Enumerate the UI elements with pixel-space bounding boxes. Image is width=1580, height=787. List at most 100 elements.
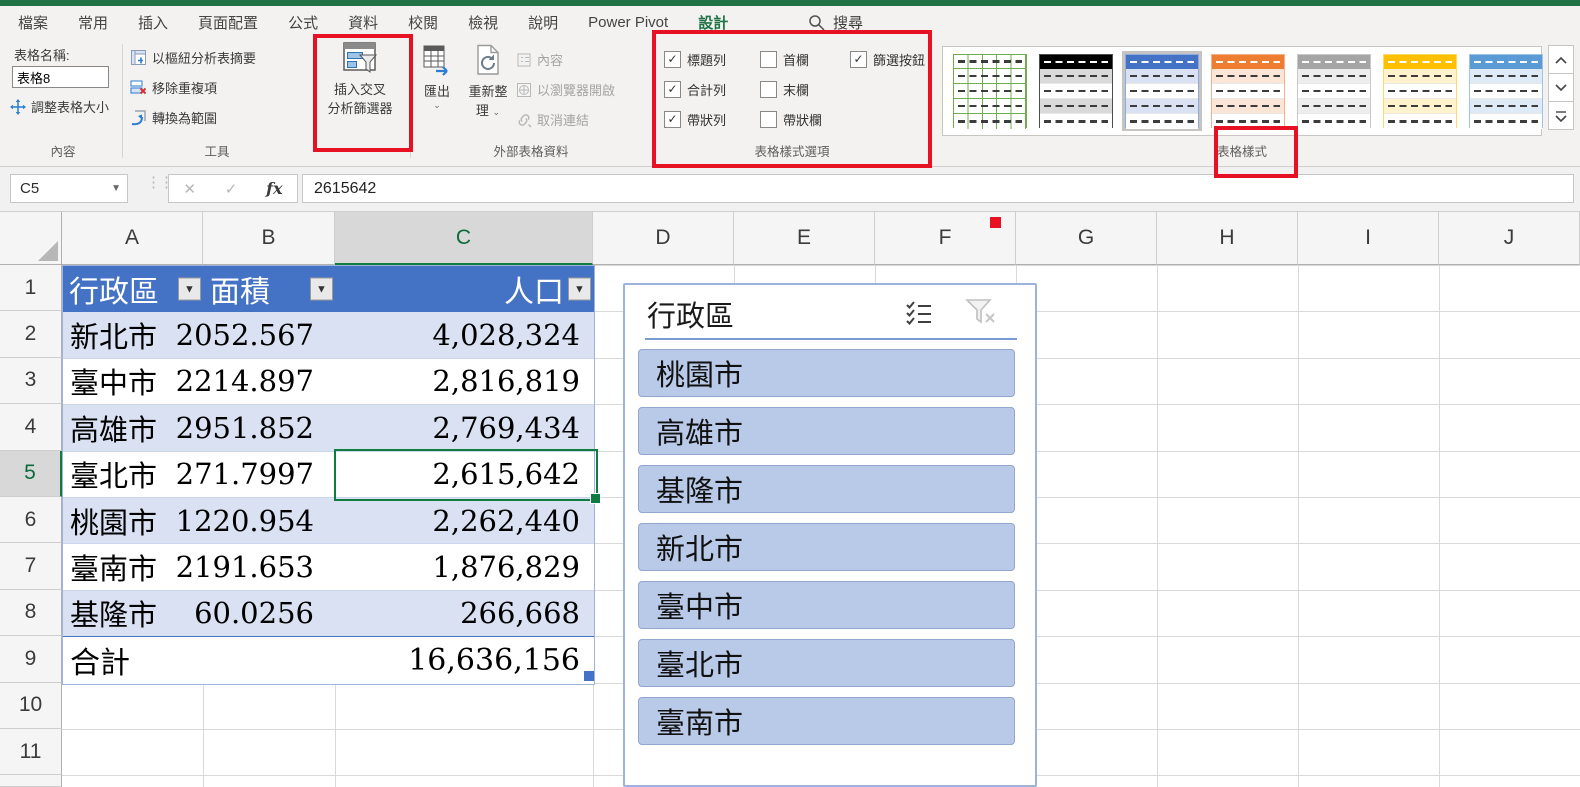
cell-B6[interactable]: 1220.954 bbox=[204, 498, 336, 544]
slicer-item[interactable]: 新北市 bbox=[638, 523, 1015, 571]
row-header-4[interactable]: 4 bbox=[0, 404, 62, 450]
cell-C7[interactable]: 1,876,829 bbox=[336, 544, 594, 590]
row-header-3[interactable]: 3 bbox=[0, 358, 62, 404]
menu-tab-data[interactable]: 資料 bbox=[348, 12, 378, 33]
clear-filter-icon[interactable] bbox=[965, 298, 997, 326]
cell-B4[interactable]: 2951.852 bbox=[204, 405, 336, 451]
cell-C2[interactable]: 4,028,324 bbox=[336, 312, 594, 358]
name-box-dropdown-icon[interactable]: ▼ bbox=[111, 183, 121, 194]
row-header-11[interactable]: 11 bbox=[0, 729, 62, 775]
row-header-12[interactable] bbox=[0, 775, 62, 787]
gridline bbox=[1298, 265, 1299, 787]
slicer-item[interactable]: 臺南市 bbox=[638, 697, 1015, 745]
slicer-item[interactable]: 桃園市 bbox=[638, 349, 1015, 397]
menu-tab-view[interactable]: 檢視 bbox=[468, 12, 498, 33]
table-style-gray[interactable] bbox=[1294, 51, 1374, 131]
cell-C9[interactable]: 16,636,156 bbox=[336, 637, 594, 683]
slicer-item[interactable]: 臺中市 bbox=[638, 581, 1015, 629]
table-header-population[interactable]: 人口▼ bbox=[336, 266, 594, 312]
table-style-gold[interactable] bbox=[1380, 51, 1460, 131]
table-header-area[interactable]: 面積 ▼ bbox=[204, 266, 336, 312]
table-header-region[interactable]: 行政區▼ bbox=[63, 266, 204, 312]
filter-dropdown-icon-region[interactable]: ▼ bbox=[178, 278, 201, 301]
group-label-properties: 內容 bbox=[8, 141, 118, 160]
table-name-input[interactable] bbox=[12, 66, 109, 88]
resize-table-button[interactable]: 調整表格大小 bbox=[10, 97, 109, 116]
menu-tab-page-layout[interactable]: 頁面配置 bbox=[198, 12, 258, 33]
cell-A9[interactable]: 合計 bbox=[63, 637, 204, 683]
cell-C8[interactable]: 266,668 bbox=[336, 591, 594, 637]
table-style-light-blue[interactable] bbox=[1466, 51, 1546, 131]
cell-B7[interactable]: 2191.653 bbox=[204, 544, 336, 590]
cell-C4[interactable]: 2,769,434 bbox=[336, 405, 594, 451]
column-header-A[interactable]: A bbox=[62, 212, 203, 265]
filter-dropdown-icon-population[interactable]: ▼ bbox=[568, 278, 591, 301]
properties-icon bbox=[516, 52, 532, 68]
table-style-orange[interactable] bbox=[1208, 51, 1288, 131]
row-header-8[interactable]: 8 bbox=[0, 590, 62, 636]
formula-buttons: ✕ ✓ fx bbox=[168, 174, 298, 203]
table-resize-handle[interactable] bbox=[584, 671, 594, 681]
summarize-with-pivottable-button[interactable]: 以樞紐分析表摘要 bbox=[130, 48, 256, 67]
row-header-1[interactable]: 1 bbox=[0, 265, 62, 311]
select-all-button[interactable] bbox=[0, 212, 62, 265]
column-header-I[interactable]: I bbox=[1298, 212, 1439, 265]
slicer-item[interactable]: 高雄市 bbox=[638, 407, 1015, 455]
gallery-scroll-down-button[interactable] bbox=[1548, 73, 1574, 102]
cell-B3[interactable]: 2214.897 bbox=[204, 359, 336, 405]
menu-tab-file[interactable]: 檔案 bbox=[18, 12, 48, 33]
refresh-button[interactable]: 重新整 理 ⌄ bbox=[464, 44, 512, 119]
cell-C3[interactable]: 2,816,819 bbox=[336, 359, 594, 405]
row-header-9[interactable]: 9 bbox=[0, 636, 62, 682]
cell-C6[interactable]: 2,262,440 bbox=[336, 498, 594, 544]
name-box[interactable]: C5 ▼ bbox=[10, 174, 128, 203]
table-style-blue[interactable] bbox=[1122, 51, 1202, 131]
menu-tab-insert[interactable]: 插入 bbox=[138, 12, 168, 33]
unlink-button[interactable]: 取消連結 bbox=[516, 110, 589, 129]
remove-duplicates-button[interactable]: 移除重複項 bbox=[130, 78, 217, 97]
gallery-more-button[interactable] bbox=[1548, 101, 1574, 130]
cell-B5[interactable]: 271.7997 bbox=[204, 452, 336, 498]
column-header-B[interactable]: B bbox=[203, 212, 335, 265]
gallery-scroll-up-button[interactable] bbox=[1548, 45, 1574, 74]
table-style-green-grid[interactable] bbox=[950, 51, 1030, 131]
column-header-J[interactable]: J bbox=[1439, 212, 1580, 265]
column-header-C[interactable]: C bbox=[335, 212, 593, 265]
fill-handle[interactable] bbox=[590, 493, 601, 504]
column-header-H[interactable]: H bbox=[1157, 212, 1298, 265]
row-header-6[interactable]: 6 bbox=[0, 497, 62, 543]
table-header-label: 面積 bbox=[210, 267, 270, 311]
insert-function-icon[interactable]: fx bbox=[266, 179, 282, 198]
menu-tab-home[interactable]: 常用 bbox=[78, 12, 108, 33]
menu-tab-formulas[interactable]: 公式 bbox=[288, 12, 318, 33]
slicer-item[interactable]: 基隆市 bbox=[638, 465, 1015, 513]
table-style-black[interactable] bbox=[1036, 51, 1116, 131]
menu-tab-review[interactable]: 校閱 bbox=[408, 12, 438, 33]
menu-tab-power-pivot[interactable]: Power Pivot bbox=[588, 14, 668, 31]
cell-B8[interactable]: 60.0256 bbox=[204, 591, 336, 637]
properties-button[interactable]: 內容 bbox=[516, 50, 563, 69]
multi-select-icon[interactable] bbox=[905, 300, 933, 326]
row-header-7[interactable]: 7 bbox=[0, 543, 62, 589]
filter-dropdown-icon-area[interactable]: ▼ bbox=[310, 278, 333, 301]
cancel-icon[interactable]: ✕ bbox=[183, 180, 196, 198]
slicer-panel[interactable]: 行政區 桃園市高雄市基隆市新北市臺中市臺北市臺南市 bbox=[623, 283, 1037, 787]
select-all-triangle-icon bbox=[38, 241, 58, 261]
row-header-2[interactable]: 2 bbox=[0, 311, 62, 357]
menu-tab-help[interactable]: 說明 bbox=[528, 12, 558, 33]
slicer-item[interactable]: 臺北市 bbox=[638, 639, 1015, 687]
open-in-browser-button[interactable]: 以瀏覽器開啟 bbox=[516, 80, 615, 99]
column-header-E[interactable]: E bbox=[734, 212, 875, 265]
formula-input[interactable]: 2615642 bbox=[302, 174, 1574, 203]
cell-A8[interactable]: 基隆市 bbox=[63, 591, 204, 637]
export-button[interactable]: 匯出 ⌄ bbox=[414, 44, 460, 111]
column-header-G[interactable]: G bbox=[1016, 212, 1157, 265]
group-label-external-table-data: 外部表格資料 bbox=[414, 141, 648, 160]
row-header-5[interactable]: 5 bbox=[0, 451, 62, 497]
enter-icon[interactable]: ✓ bbox=[225, 180, 238, 198]
column-header-D[interactable]: D bbox=[593, 212, 734, 265]
convert-to-range-button[interactable]: 轉換為範圍 bbox=[130, 108, 217, 127]
cell-B9[interactable] bbox=[204, 637, 336, 683]
row-header-10[interactable]: 10 bbox=[0, 683, 62, 729]
cell-B2[interactable]: 2052.567 bbox=[204, 312, 336, 358]
